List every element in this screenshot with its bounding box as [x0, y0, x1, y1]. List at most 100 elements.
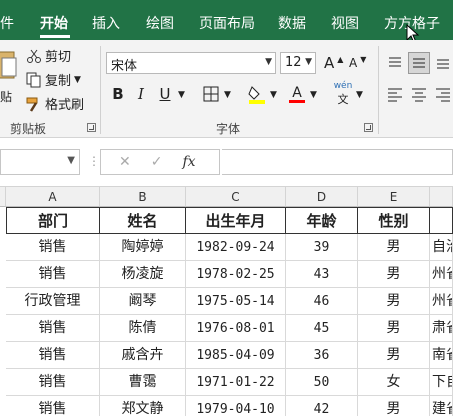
header-cell-age[interactable]: 年龄: [286, 207, 358, 234]
cell-address[interactable]: 州省: [430, 261, 453, 288]
insert-function-icon[interactable]: fx: [182, 154, 195, 170]
cell-birthdate[interactable]: 1985-04-09: [186, 342, 286, 369]
header-cell-gender[interactable]: 性别: [358, 207, 430, 234]
tab-insert[interactable]: 插入: [92, 13, 120, 33]
cell-birthdate[interactable]: 1979-04-10: [186, 396, 286, 416]
align-left-button[interactable]: [384, 83, 406, 105]
cell-birthdate[interactable]: 1975-05-14: [186, 288, 286, 315]
align-center-button[interactable]: [408, 83, 430, 105]
cell-name[interactable]: 阚琴: [100, 288, 186, 315]
tab-page-layout[interactable]: 页面布局: [199, 13, 255, 33]
column-header-a[interactable]: A: [6, 187, 100, 207]
cell-gender[interactable]: 男: [358, 342, 430, 369]
cell-birthdate[interactable]: 1976-08-01: [186, 315, 286, 342]
tab-file[interactable]: 件: [0, 13, 14, 33]
column-header-c[interactable]: C: [186, 187, 286, 207]
drag-handle-icon[interactable]: ⋮: [88, 154, 100, 168]
cell-birthdate[interactable]: 1978-02-25: [186, 261, 286, 288]
header-cell-birthdate[interactable]: 出生年月: [186, 207, 286, 234]
header-cell-department[interactable]: 部门: [6, 207, 100, 234]
cell-gender[interactable]: 男: [358, 261, 430, 288]
copy-button[interactable]: 复制 ▼: [26, 70, 81, 89]
cell-address[interactable]: 州省: [430, 288, 453, 315]
enter-icon[interactable]: ✓: [151, 154, 163, 170]
cell-age[interactable]: 50: [286, 369, 358, 396]
cell-age[interactable]: 46: [286, 288, 358, 315]
cell-birthdate[interactable]: 1982-09-24: [186, 234, 286, 261]
header-cell-name[interactable]: 姓名: [100, 207, 186, 234]
cell-gender[interactable]: 男: [358, 288, 430, 315]
cell-age[interactable]: 43: [286, 261, 358, 288]
cell-address[interactable]: 建省: [430, 396, 453, 416]
tab-view[interactable]: 视图: [331, 13, 359, 33]
cell-department[interactable]: 销售: [6, 396, 100, 416]
cell-age[interactable]: 39: [286, 234, 358, 261]
column-header-f[interactable]: [430, 187, 453, 207]
chevron-down-icon[interactable]: ▼: [224, 90, 231, 100]
cell-name[interactable]: 陶婷婷: [100, 234, 186, 261]
cell-department[interactable]: 销售: [6, 234, 100, 261]
font-size-combo[interactable]: 12 ▼: [280, 52, 316, 74]
font-group-label: 字体: [216, 122, 241, 136]
cell-address[interactable]: 南省: [430, 342, 453, 369]
cell-name[interactable]: 曹霭: [100, 369, 186, 396]
shrink-font-button[interactable]: A ▼: [349, 55, 366, 71]
underline-button[interactable]: U: [154, 83, 176, 105]
cell-gender[interactable]: 男: [358, 396, 430, 416]
cell-gender[interactable]: 女: [358, 369, 430, 396]
align-right-button[interactable]: [432, 83, 453, 105]
cell-address[interactable]: 下自: [430, 369, 453, 396]
fill-color-button[interactable]: [246, 83, 268, 105]
font-color-button[interactable]: A: [286, 83, 308, 105]
chevron-down-icon[interactable]: ▼: [74, 75, 81, 85]
cell-age[interactable]: 45: [286, 315, 358, 342]
font-dialog-launcher-icon[interactable]: [364, 123, 373, 132]
paste-button[interactable]: 贴: [0, 46, 18, 106]
cell-department[interactable]: 销售: [6, 315, 100, 342]
cell-birthdate[interactable]: 1971-01-22: [186, 369, 286, 396]
cell-age[interactable]: 36: [286, 342, 358, 369]
cell-name[interactable]: 郑文静: [100, 396, 186, 416]
cell-gender[interactable]: 男: [358, 315, 430, 342]
italic-button[interactable]: I: [130, 83, 152, 105]
align-center-icon: [412, 88, 426, 102]
cell-name[interactable]: 杨凌旋: [100, 261, 186, 288]
borders-button[interactable]: [200, 83, 222, 105]
chevron-down-icon[interactable]: ▼: [310, 90, 317, 100]
chevron-down-icon[interactable]: ▼: [67, 155, 75, 166]
cancel-icon[interactable]: ✕: [119, 154, 131, 170]
cell-department[interactable]: 行政管理: [6, 288, 100, 315]
font-name-combo[interactable]: 宋体 ▼: [106, 52, 276, 74]
column-header-d[interactable]: D: [286, 187, 358, 207]
column-header-e[interactable]: E: [358, 187, 430, 207]
chevron-down-icon[interactable]: ▼: [178, 90, 185, 100]
cell-department[interactable]: 销售: [6, 261, 100, 288]
cell-address[interactable]: 肃省: [430, 315, 453, 342]
align-middle-button[interactable]: [408, 52, 430, 74]
cell-address[interactable]: 自治: [430, 234, 453, 261]
phonetic-button[interactable]: wén 文: [332, 81, 354, 106]
grow-font-button[interactable]: A ▲: [324, 54, 343, 72]
cell-gender[interactable]: 男: [358, 234, 430, 261]
header-cell-f[interactable]: [430, 207, 453, 234]
align-bottom-button[interactable]: [432, 52, 453, 74]
cell-name[interactable]: 戚含卉: [100, 342, 186, 369]
bold-button[interactable]: B: [107, 83, 129, 105]
align-top-button[interactable]: [384, 52, 406, 74]
formula-input[interactable]: [222, 149, 453, 175]
group-separator: [100, 46, 101, 134]
tab-data[interactable]: 数据: [278, 13, 306, 33]
cell-department[interactable]: 销售: [6, 342, 100, 369]
tab-home[interactable]: 开始: [40, 13, 68, 33]
format-painter-button[interactable]: 格式刷: [26, 94, 84, 113]
chevron-down-icon[interactable]: ▼: [356, 90, 363, 100]
name-box[interactable]: ▼: [0, 149, 80, 175]
cell-age[interactable]: 42: [286, 396, 358, 416]
cut-button[interactable]: 剪切: [26, 46, 71, 65]
cell-department[interactable]: 销售: [6, 369, 100, 396]
clipboard-dialog-launcher-icon[interactable]: [87, 123, 96, 132]
cell-name[interactable]: 陈倩: [100, 315, 186, 342]
tab-draw[interactable]: 绘图: [146, 13, 174, 33]
chevron-down-icon[interactable]: ▼: [270, 90, 277, 100]
column-header-b[interactable]: B: [100, 187, 186, 207]
